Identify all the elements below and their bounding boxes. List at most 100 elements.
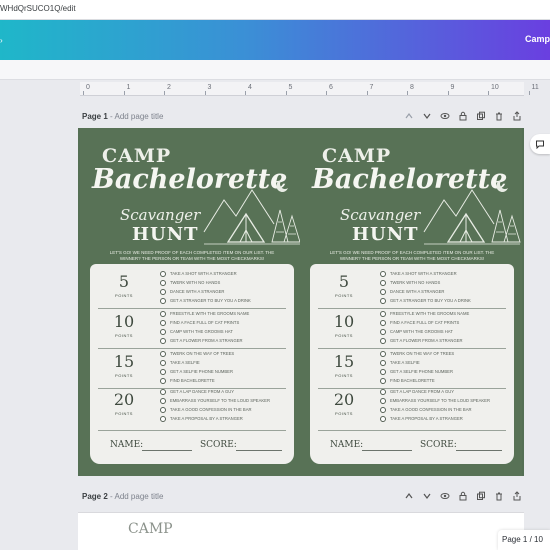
ruler-tick-mark — [285, 91, 287, 95]
task-item[interactable]: TAKE A GOOD CONFESSION IN THE BAR — [160, 406, 286, 415]
task-checkbox[interactable] — [160, 298, 166, 304]
task-checkbox[interactable] — [160, 320, 166, 326]
add-comment-button[interactable] — [530, 134, 550, 154]
task-checkbox[interactable] — [380, 289, 386, 295]
task-checkbox[interactable] — [380, 416, 386, 422]
task-item[interactable]: GET A LAP DANCE FROM A GUY — [160, 388, 286, 397]
task-checkbox[interactable] — [160, 329, 166, 335]
ruler-tick-label: 8 — [410, 84, 414, 91]
task-item[interactable]: TWERK WITH NO HANDS — [380, 279, 506, 288]
task-checkbox[interactable] — [380, 398, 386, 404]
eye-icon[interactable] — [440, 111, 450, 121]
task-text: TAKE A SHOT WITH A STRANGER — [170, 271, 237, 276]
duplicate-icon[interactable] — [476, 491, 486, 501]
lock-icon[interactable] — [458, 491, 468, 501]
scavenger-card-right[interactable]: CAMP Bachelorette Scavanger HUNT LET'S GO! W… — [300, 128, 522, 476]
task-checkbox[interactable] — [380, 389, 386, 395]
task-item[interactable]: TAKE A GOOD CONFESSION IN THE BAR — [380, 406, 506, 415]
points-label: POINTS — [115, 373, 133, 378]
task-item[interactable]: DANCE WITH A STRANGER — [380, 288, 506, 297]
task-item[interactable]: TAKE A SHOT WITH A STRANGER — [380, 270, 506, 279]
task-item[interactable]: TAKE A SELFIE — [380, 359, 506, 368]
task-item[interactable]: GET A FLOWER FROM A STRANGER — [380, 337, 506, 346]
chevron-up-icon[interactable] — [404, 491, 414, 501]
duplicate-icon[interactable] — [476, 111, 486, 121]
chevron-down-icon[interactable] — [422, 491, 432, 501]
design-name-button[interactable]: Camp — [525, 34, 550, 44]
task-item[interactable]: CAMP WITH THE GROOMS HAT — [160, 328, 286, 337]
page-2-canvas[interactable]: CAMP — [78, 512, 524, 550]
task-text: FIND A FACE FULL OF CAT PRINTS — [170, 320, 240, 325]
task-item[interactable]: DANCE WITH A STRANGER — [160, 288, 286, 297]
page-2-add-title[interactable]: - Add page title — [110, 492, 163, 501]
task-checkbox[interactable] — [380, 338, 386, 344]
task-item[interactable]: TAKE A PROPOSAL BY A STRANGER — [160, 415, 286, 424]
task-checkbox[interactable] — [160, 369, 166, 375]
task-checkbox[interactable] — [380, 329, 386, 335]
ruler-tick-mark — [245, 91, 246, 95]
task-item[interactable]: GET A LAP DANCE FROM A GUY — [380, 388, 506, 397]
task-checkbox[interactable] — [160, 378, 166, 384]
page-1-add-title[interactable]: - Add page title — [110, 112, 163, 121]
task-item[interactable]: FREESTYLE WITH THE GROOMS NAME — [160, 310, 286, 319]
chevron-down-icon[interactable] — [422, 111, 432, 121]
trash-icon[interactable] — [494, 491, 504, 501]
task-checkbox[interactable] — [160, 360, 166, 366]
task-checkbox[interactable] — [160, 338, 166, 344]
trash-icon[interactable] — [494, 111, 504, 121]
page-indicator[interactable]: Page 1 / 10 — [498, 530, 550, 550]
task-checkbox[interactable] — [380, 369, 386, 375]
task-checkbox[interactable] — [380, 320, 386, 326]
task-checkbox[interactable] — [160, 407, 166, 413]
task-item[interactable]: TWERK ON THE WAY OF TREES — [160, 350, 286, 359]
task-item[interactable]: GET A STRANGER TO BUY YOU A DRINK — [160, 297, 286, 306]
task-checkbox[interactable] — [160, 398, 166, 404]
ruler-tick-label: 10 — [491, 84, 499, 91]
back-arrow-icon[interactable]: › — [0, 36, 3, 45]
share-icon[interactable] — [512, 111, 522, 121]
task-item[interactable]: TAKE A PROPOSAL BY A STRANGER — [380, 415, 506, 424]
task-item[interactable]: GET A SELFIE PHONE NUMBER — [160, 368, 286, 377]
task-checkbox[interactable] — [160, 271, 166, 277]
lock-icon[interactable] — [458, 111, 468, 121]
chevron-up-icon[interactable] — [404, 111, 414, 121]
scavenger-card-left[interactable]: CAMP Bachelorette Scavanger HUNT LET'S GO! W… — [80, 128, 302, 476]
task-item[interactable]: FREESTYLE WITH THE GROOMS NAME — [380, 310, 506, 319]
task-item[interactable]: CAMP WITH THE GROOMS HAT — [380, 328, 506, 337]
task-item[interactable]: TAKE A SELFIE — [160, 359, 286, 368]
url-text[interactable]: WHdQrSUCO1Q/edit — [0, 4, 76, 13]
task-checkbox[interactable] — [160, 389, 166, 395]
share-icon[interactable] — [512, 491, 522, 501]
task-checkbox[interactable] — [380, 298, 386, 304]
task-checkbox[interactable] — [380, 311, 386, 317]
eye-icon[interactable] — [440, 491, 450, 501]
task-item[interactable]: FIND BACHELORETTE — [380, 377, 506, 386]
task-item[interactable]: GET A STRANGER TO BUY YOU A DRINK — [380, 297, 506, 306]
ruler-tick-mark — [447, 91, 449, 95]
task-item[interactable]: GET A FLOWER FROM A STRANGER — [160, 337, 286, 346]
task-item[interactable]: EMBARRASS YOURSELF TO THE LOUD SPEAKER — [380, 397, 506, 406]
task-checkbox[interactable] — [160, 351, 166, 357]
task-checkbox[interactable] — [160, 311, 166, 317]
task-item[interactable]: TWERK WITH NO HANDS — [160, 279, 286, 288]
task-item[interactable]: FIND A FACE FULL OF CAT PRINTS — [160, 319, 286, 328]
task-checkbox[interactable] — [380, 280, 386, 286]
task-checkbox[interactable] — [380, 360, 386, 366]
task-checkbox[interactable] — [380, 378, 386, 384]
task-checkbox[interactable] — [380, 351, 386, 357]
task-item[interactable]: TWERK ON THE WAY OF TREES — [380, 350, 506, 359]
task-item[interactable]: GET A SELFIE PHONE NUMBER — [380, 368, 506, 377]
task-text: TAKE A PROPOSAL BY A STRANGER — [390, 416, 463, 421]
comment-icon — [536, 140, 544, 149]
task-checkbox[interactable] — [160, 289, 166, 295]
task-checkbox[interactable] — [160, 280, 166, 286]
task-checkbox[interactable] — [380, 271, 386, 277]
task-checkbox[interactable] — [380, 407, 386, 413]
task-item[interactable]: EMBARRASS YOURSELF TO THE LOUD SPEAKER — [160, 397, 286, 406]
task-item[interactable]: TAKE A SHOT WITH A STRANGER — [160, 270, 286, 279]
task-item[interactable]: FIND BACHELORETTE — [160, 377, 286, 386]
task-item[interactable]: FIND A FACE FULL OF CAT PRINTS — [380, 319, 506, 328]
task-checkbox[interactable] — [160, 416, 166, 422]
browser-url-bar[interactable]: WHdQrSUCO1Q/edit — [0, 0, 550, 20]
design-canvas[interactable]: CAMP Bachelorette Scavanger HUNT LET'S GO! W… — [78, 128, 524, 476]
